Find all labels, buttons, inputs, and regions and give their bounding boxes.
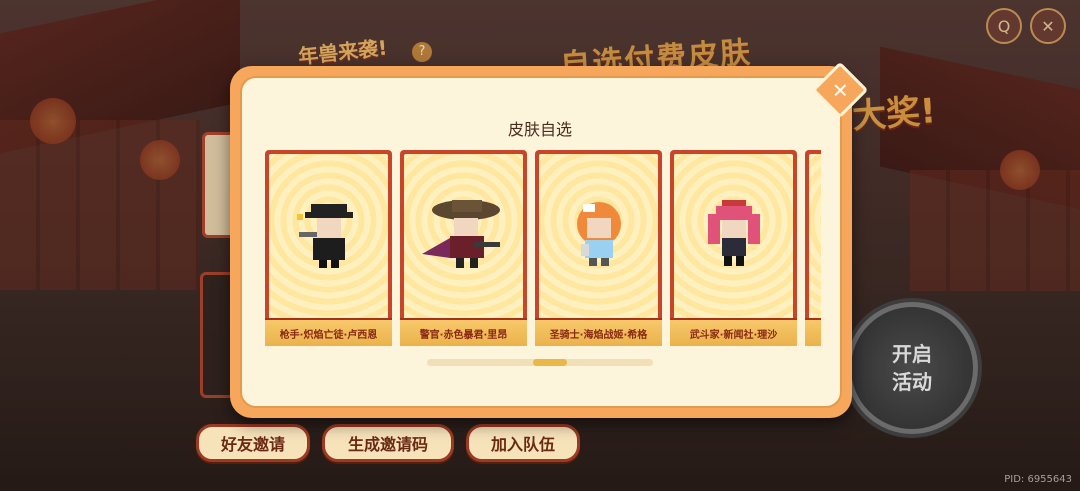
open-activity-label-1: 开启 — [892, 342, 932, 366]
generate-invite-code-button[interactable]: 生成邀请码 — [322, 424, 454, 462]
carousel-scroll-thumb[interactable] — [533, 359, 567, 366]
skin-name: 圣骑士·海焰战姬·希格 — [535, 318, 662, 346]
top-icon-group: Q ✕ — [986, 8, 1066, 44]
skin-card[interactable]: 武斗家·新闻社·理沙 — [670, 150, 797, 346]
skin-carousel[interactable]: 枪手·炽焰亡徒·卢西恩 警官·赤色暴君·里昂 圣骑士·海焰战姬·希格 武斗家·新… — [265, 150, 821, 348]
skin-card[interactable]: 枪手·炽焰亡徒·卢西恩 — [265, 150, 392, 346]
gunner-sprite — [296, 203, 353, 268]
skin-name: 武斗家·新闻社·理沙 — [670, 318, 797, 346]
question-mark-icon[interactable]: ? — [412, 42, 432, 62]
skin-card[interactable]: 圣骑士·海焰战姬·希格 — [535, 150, 662, 346]
skin-name: 警官·赤色暴君·里昂 — [400, 318, 527, 346]
skin-name: 枪手·炽焰亡徒·卢西恩 — [265, 318, 392, 346]
friend-invite-button[interactable]: 好友邀请 — [196, 424, 310, 462]
skin-card[interactable]: 警官·赤色暴君·里昂 — [400, 150, 527, 346]
paladin-sprite — [576, 201, 621, 266]
search-icon[interactable]: Q — [986, 8, 1022, 44]
close-icon[interactable]: ✕ — [1030, 8, 1066, 44]
player-id: PID: 6955643 — [1004, 474, 1072, 485]
dialog-title: 皮肤自选 — [507, 120, 572, 139]
skin-card-partial[interactable] — [805, 150, 821, 346]
close-icon: ✕ — [831, 77, 849, 102]
open-activity-button[interactable]: 开启 活动 — [846, 302, 978, 434]
officer-sprite — [421, 199, 500, 268]
carousel-scrollbar[interactable] — [427, 359, 653, 366]
fighter-sprite — [707, 199, 760, 266]
join-team-button[interactable]: 加入队伍 — [466, 424, 580, 462]
open-activity-label-2: 活动 — [892, 370, 932, 394]
